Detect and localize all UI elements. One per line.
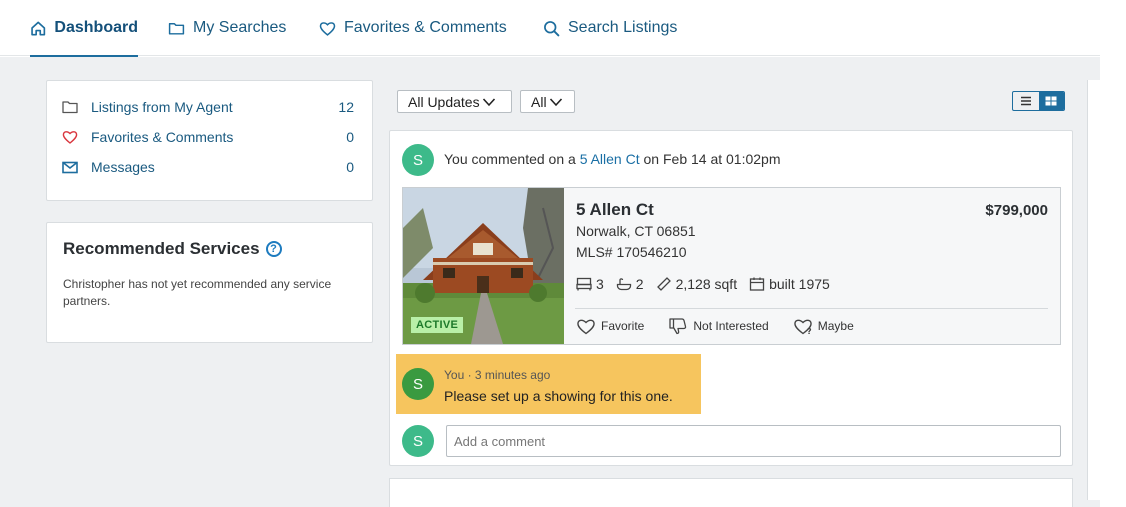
favorite-button[interactable]: Favorite bbox=[576, 317, 644, 335]
chevron-down-icon bbox=[549, 97, 562, 106]
not-interested-label: Not Interested bbox=[693, 319, 769, 333]
summary-card: Listings from My Agent 12 Favorites & Co… bbox=[46, 80, 373, 201]
not-interested-button[interactable]: Not Interested bbox=[668, 317, 769, 335]
updates-filter-value: All Updates bbox=[408, 93, 480, 110]
status-badge: ACTIVE bbox=[411, 317, 464, 333]
listing-city: Norwalk, CT 06851 bbox=[576, 223, 696, 239]
activity-feed-card: S You commented on a 5 Allen Ct on Feb 1… bbox=[389, 130, 1073, 466]
heart-icon bbox=[319, 21, 336, 36]
avatar: S bbox=[402, 368, 434, 400]
thumbs-down-icon bbox=[669, 318, 687, 335]
listing-specs: 3 2 2,128 sqft built 1975 bbox=[576, 276, 842, 292]
listing-mls: MLS# 170546210 bbox=[576, 244, 687, 260]
listing-photo[interactable]: ACTIVE bbox=[403, 188, 564, 344]
summary-item-favorites[interactable]: Favorites & Comments 0 bbox=[62, 126, 354, 148]
activity-suffix: on Feb 14 at 01:02pm bbox=[643, 151, 781, 167]
bath-icon bbox=[616, 278, 631, 291]
svg-text:?: ? bbox=[807, 327, 812, 335]
tab-my-searches-label: My Searches bbox=[193, 19, 287, 36]
sqft-value: 2,128 sqft bbox=[675, 276, 738, 292]
built-value: built 1975 bbox=[769, 276, 830, 292]
grid-icon bbox=[1045, 96, 1057, 106]
folder-icon bbox=[62, 99, 80, 115]
tab-dashboard-label: Dashboard bbox=[54, 19, 138, 36]
home-icon bbox=[31, 21, 46, 35]
built-spec: built 1975 bbox=[749, 276, 830, 292]
tab-search-listings[interactable]: Search Listings bbox=[543, 0, 677, 56]
folder-icon bbox=[168, 22, 185, 35]
grid-view-button[interactable] bbox=[1038, 92, 1064, 110]
scope-filter-dropdown[interactable]: All bbox=[520, 90, 575, 113]
activity-text: You commented on a 5 Allen Ct on Feb 14 … bbox=[444, 151, 781, 167]
tab-favorites-comments[interactable]: Favorites & Comments bbox=[319, 0, 507, 56]
summary-item-label: Messages bbox=[91, 159, 155, 175]
tab-favorites-comments-label: Favorites & Comments bbox=[344, 19, 507, 36]
maybe-label: Maybe bbox=[817, 319, 854, 333]
updates-filter-dropdown[interactable]: All Updates bbox=[397, 90, 512, 113]
listing-card[interactable]: ACTIVE 5 Allen Ct $799,000 Norwalk, CT 0… bbox=[402, 187, 1061, 345]
bed-icon bbox=[576, 277, 592, 291]
heart-icon bbox=[577, 319, 595, 335]
tab-dashboard[interactable]: Dashboard bbox=[30, 0, 138, 57]
summary-item-listings[interactable]: Listings from My Agent 12 bbox=[62, 96, 354, 118]
ruler-icon bbox=[656, 277, 671, 291]
summary-item-count: 0 bbox=[346, 129, 354, 145]
view-toggle bbox=[1012, 91, 1065, 111]
recommended-services-title: Recommended Services ? bbox=[63, 239, 282, 259]
search-icon bbox=[544, 20, 560, 36]
recommended-services-card: Recommended Services ? Christopher has n… bbox=[46, 222, 373, 343]
activity-prefix: You commented on a bbox=[444, 151, 576, 167]
avatar: S bbox=[402, 144, 434, 176]
tab-my-searches[interactable]: My Searches bbox=[168, 0, 286, 56]
scope-filter-value: All bbox=[531, 93, 547, 110]
comment-meta: You · 3 minutes ago bbox=[444, 368, 551, 382]
beds-value: 3 bbox=[596, 276, 604, 292]
comment-text: Please set up a showing for this one. bbox=[444, 388, 673, 404]
summary-item-label: Favorites & Comments bbox=[91, 129, 234, 145]
comment-item: S You · 3 minutes ago Please set up a sh… bbox=[396, 354, 701, 414]
envelope-icon bbox=[62, 159, 80, 175]
heart-icon bbox=[62, 129, 80, 145]
favorite-label: Favorite bbox=[601, 319, 645, 333]
avatar: S bbox=[402, 425, 434, 457]
summary-item-count: 12 bbox=[338, 99, 354, 115]
next-activity-card bbox=[389, 478, 1073, 507]
summary-item-label: Listings from My Agent bbox=[91, 99, 233, 115]
listing-link[interactable]: 5 Allen Ct bbox=[580, 151, 640, 167]
listing-address[interactable]: 5 Allen Ct bbox=[576, 200, 654, 220]
beds-spec: 3 bbox=[576, 276, 604, 292]
calendar-icon bbox=[749, 277, 765, 291]
help-icon[interactable]: ? bbox=[265, 241, 282, 257]
list-icon bbox=[1020, 96, 1031, 106]
summary-item-count: 0 bbox=[346, 159, 354, 175]
recommended-title-text: Recommended Services bbox=[63, 239, 260, 258]
listing-price: $799,000 bbox=[985, 202, 1048, 219]
recommended-services-text: Christopher has not yet recommended any … bbox=[63, 277, 332, 308]
heart-question-icon: ? bbox=[793, 319, 812, 335]
chevron-down-icon bbox=[482, 97, 495, 106]
top-navigation: Dashboard My Searches Favorites & Commen… bbox=[0, 0, 1100, 57]
tab-search-listings-label: Search Listings bbox=[568, 19, 678, 36]
sqft-spec: 2,128 sqft bbox=[656, 276, 738, 292]
listing-divider bbox=[575, 308, 1048, 309]
comment-input[interactable]: Add a comment bbox=[446, 425, 1061, 457]
main-content: Listings from My Agent 12 Favorites & Co… bbox=[0, 57, 1100, 507]
side-panel-edge bbox=[1087, 80, 1100, 500]
baths-spec: 2 bbox=[616, 276, 644, 292]
list-view-button[interactable] bbox=[1013, 92, 1039, 110]
summary-item-messages[interactable]: Messages 0 bbox=[62, 156, 354, 178]
baths-value: 2 bbox=[635, 276, 644, 292]
listing-actions: Favorite Not Interested ? Maybe bbox=[576, 317, 878, 335]
maybe-button[interactable]: ? Maybe bbox=[793, 317, 854, 335]
